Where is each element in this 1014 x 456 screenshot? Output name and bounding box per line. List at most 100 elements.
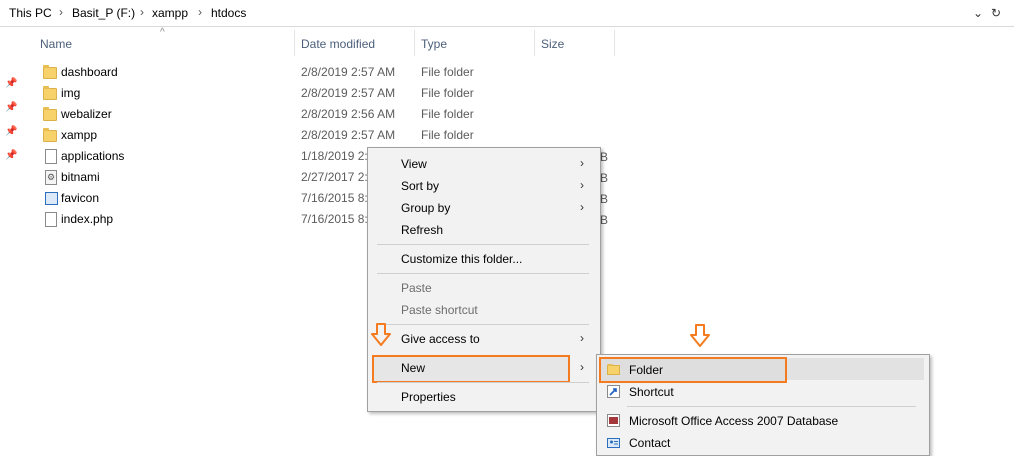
column-header-type[interactable]: Type: [421, 37, 447, 51]
file-date: 2/27/2017 2:: [301, 170, 368, 184]
folder-icon: [43, 65, 57, 79]
menu-separator: [627, 406, 916, 407]
menu-item-label: Properties: [401, 390, 456, 404]
file-name: bitnami: [61, 170, 100, 184]
down-arrow-icon: [690, 324, 710, 347]
file-name: img: [61, 86, 81, 100]
pin-icon[interactable]: 📌: [5, 150, 17, 162]
menu-item-view[interactable]: View ›: [368, 153, 600, 175]
file-icon: [45, 212, 57, 227]
file-name: xampp: [61, 128, 98, 142]
chevron-right-icon: ›: [580, 156, 584, 170]
folder-icon: [607, 363, 620, 376]
file-name: applications: [61, 149, 125, 163]
file-date: 2/8/2019 2:56 AM: [301, 107, 396, 121]
image-file-icon: [45, 192, 58, 205]
menu-item-sort-by[interactable]: Sort by ›: [368, 175, 600, 197]
file-size-fragment: B: [600, 192, 609, 206]
file-size-fragment: B: [600, 150, 609, 164]
menu-item-give-access[interactable]: Give access to ›: [368, 328, 600, 350]
access-database-icon: [607, 414, 620, 427]
menu-separator: [377, 273, 589, 274]
menu-item-group-by[interactable]: Group by ›: [368, 197, 600, 219]
file-row[interactable]: webalizer 2/8/2019 2:56 AM File folder: [40, 104, 640, 125]
file-name: index.php: [61, 212, 114, 226]
pin-icon[interactable]: 📌: [5, 78, 17, 90]
submenu-item-shortcut[interactable]: Shortcut: [597, 381, 929, 403]
submenu-item-label: Folder: [629, 363, 664, 377]
file-type: File folder: [421, 107, 474, 121]
file-row[interactable]: img 2/8/2019 2:57 AM File folder: [40, 83, 640, 104]
column-divider[interactable]: [414, 30, 415, 56]
submenu-item-label: Shortcut: [629, 385, 674, 399]
column-header-name[interactable]: Name: [40, 37, 72, 51]
chevron-right-icon: ›: [580, 178, 584, 192]
submenu-item-access-database[interactable]: Microsoft Office Access 2007 Database: [597, 410, 929, 432]
address-bar[interactable]: This PC › Basit_P (F:) › xampp › htdocs …: [0, 0, 1014, 27]
down-arrow-icon: [371, 323, 391, 346]
submenu-item-folder[interactable]: Folder: [597, 359, 929, 381]
menu-item-refresh[interactable]: Refresh: [368, 219, 600, 241]
pin-icon[interactable]: 📌: [5, 126, 17, 138]
chevron-down-icon[interactable]: ⌄: [970, 4, 986, 22]
file-name: favicon: [61, 191, 100, 205]
menu-item-label: Refresh: [401, 223, 444, 237]
file-type: File folder: [421, 86, 474, 100]
file-icon: [45, 149, 57, 164]
folder-icon: [43, 86, 57, 100]
file-row[interactable]: dashboard 2/8/2019 2:57 AM File folder: [40, 62, 640, 83]
column-divider[interactable]: [294, 30, 295, 56]
pin-icon[interactable]: 📌: [5, 102, 17, 114]
file-size-fragment: B: [600, 213, 609, 227]
menu-item-label: Give access to: [401, 332, 480, 346]
folder-icon: [43, 128, 57, 142]
menu-item-properties[interactable]: Properties: [368, 386, 600, 408]
breadcrumb-this-pc[interactable]: This PC: [9, 6, 52, 20]
file-date: 7/16/2015 8:: [301, 212, 368, 226]
file-name: webalizer: [61, 107, 112, 121]
file-row[interactable]: xampp 2/8/2019 2:57 AM File folder: [40, 125, 640, 146]
menu-item-paste-shortcut[interactable]: Paste shortcut: [368, 299, 600, 321]
menu-item-new[interactable]: New ›: [368, 357, 600, 379]
column-divider[interactable]: [614, 30, 615, 56]
menu-item-label: Paste shortcut: [401, 303, 478, 317]
breadcrumb-separator[interactable]: ›: [59, 5, 63, 19]
file-type: File folder: [421, 128, 474, 142]
refresh-icon[interactable]: ↻: [988, 4, 1004, 22]
menu-item-label: Paste: [401, 281, 432, 295]
context-menu[interactable]: View › Sort by › Group by › Refresh Cust…: [367, 147, 601, 412]
menu-item-label: New: [401, 361, 426, 375]
contact-card-icon: [607, 436, 620, 449]
file-type: File folder: [421, 65, 474, 79]
folder-icon: [43, 107, 57, 121]
shortcut-icon: [607, 385, 620, 398]
submenu-item-label: Microsoft Office Access 2007 Database: [629, 414, 839, 428]
file-date: 2/8/2019 2:57 AM: [301, 65, 396, 79]
settings-file-icon: ⚙: [45, 170, 57, 185]
column-header-date-modified[interactable]: Date modified: [301, 37, 375, 51]
menu-item-label: Group by: [401, 201, 451, 215]
breadcrumb-xampp[interactable]: xampp: [152, 6, 188, 20]
chevron-right-icon: ›: [580, 331, 584, 345]
new-submenu[interactable]: Folder Shortcut Microsoft Office Access …: [596, 354, 930, 456]
menu-item-customize[interactable]: Customize this folder...: [368, 248, 600, 270]
file-date: 7/16/2015 8:: [301, 191, 368, 205]
file-date: 2/8/2019 2:57 AM: [301, 86, 396, 100]
file-size-fragment: B: [600, 171, 609, 185]
column-header-size[interactable]: Size: [541, 37, 564, 51]
breadcrumb-separator[interactable]: ›: [140, 5, 144, 19]
menu-item-paste[interactable]: Paste: [368, 277, 600, 299]
file-date: 2/8/2019 2:57 AM: [301, 128, 396, 142]
menu-separator: [377, 382, 589, 383]
menu-item-label: View: [401, 157, 427, 171]
chevron-right-icon: ›: [580, 360, 584, 374]
menu-item-label: Customize this folder...: [401, 252, 523, 266]
menu-separator: [377, 324, 589, 325]
breadcrumb-separator[interactable]: ›: [198, 5, 202, 19]
column-divider[interactable]: [534, 30, 535, 56]
submenu-item-label: Contact: [629, 436, 671, 450]
file-date: 1/18/2019 2:: [301, 149, 368, 163]
menu-item-label: Sort by: [401, 179, 440, 193]
breadcrumb-drive[interactable]: Basit_P (F:): [72, 6, 135, 20]
breadcrumb-htdocs[interactable]: htdocs: [211, 6, 246, 20]
